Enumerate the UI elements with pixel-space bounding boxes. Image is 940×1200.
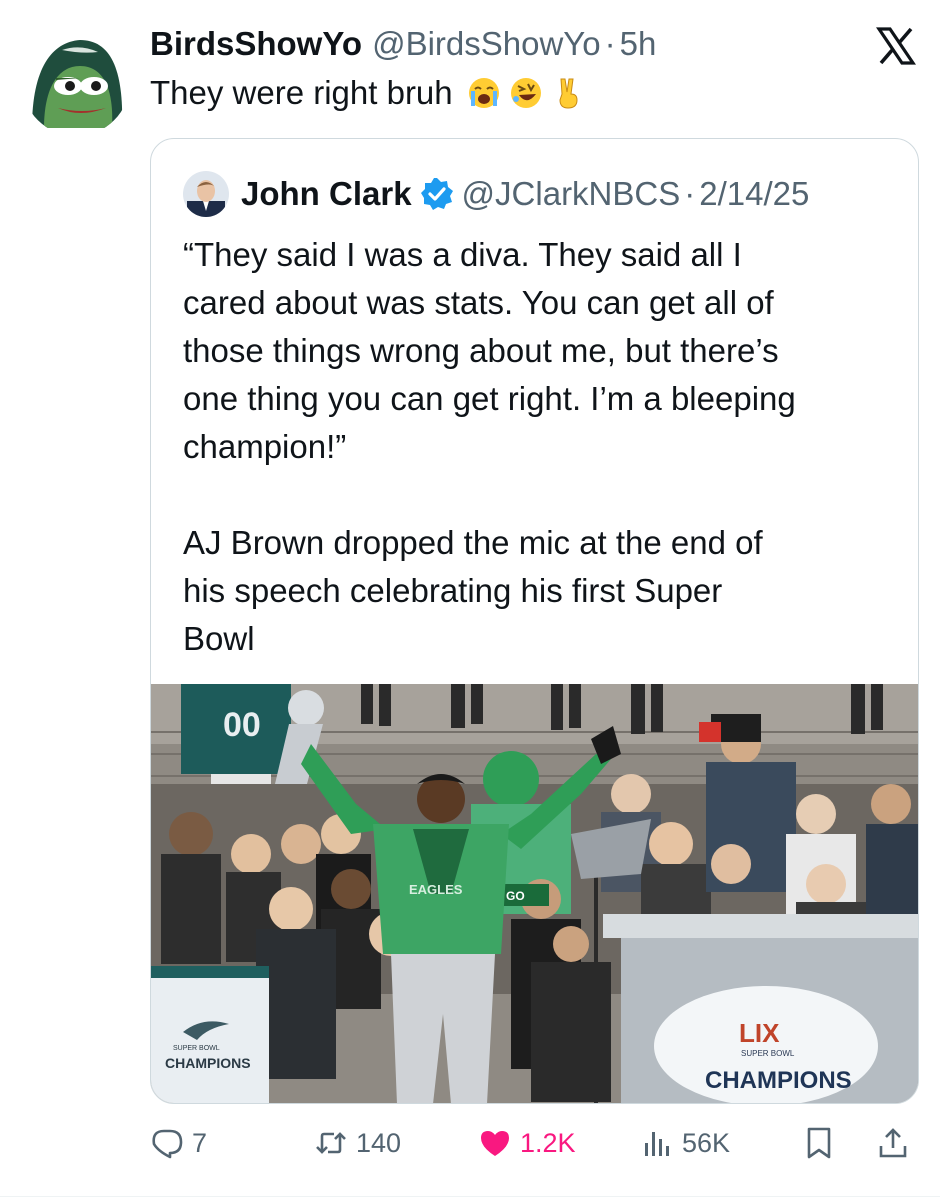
champions-sign: SUPER BOWL CHAMPIONS [151,966,269,1103]
rolling-on-floor-laughing-icon [510,78,541,108]
repost-icon [316,1132,346,1154]
left-sign-text: CHAMPIONS [165,1055,251,1071]
display-name[interactable]: BirdsShowYo [150,25,362,63]
reply-button[interactable]: 7 [150,1118,207,1168]
tweet-text-content: They were right bruh [150,74,453,111]
hat-text: GO [506,889,525,903]
bookmark-button[interactable] [802,1118,844,1168]
repost-count: 140 [356,1127,402,1158]
quoted-tweet[interactable]: John Clark @JClarkNBCS · 2/14/25 “They s… [150,138,919,1104]
avatar[interactable] [22,28,130,136]
podium-text: CHAMPIONS [705,1067,852,1094]
reply-icon [152,1129,183,1159]
divider [0,1196,940,1197]
podium-small: SUPER BOWL [741,1049,795,1058]
parade-photo[interactable]: 00 GO EAGLES SUPER BOWL CHAMPIONS LIX SU… [151,684,918,1103]
victory-hand-icon [559,78,578,109]
quoted-display-name[interactable]: John Clark [241,175,412,213]
reply-count: 7 [192,1127,208,1158]
separator-dot: · [604,25,616,62]
views-icon [645,1132,669,1156]
quoted-handle[interactable]: @JClarkNBCS [462,175,681,213]
podium-logo: LIX [739,1018,780,1048]
separator-dot: · [684,175,696,212]
view-count: 56K [682,1127,731,1158]
loudly-crying-face-icon [468,78,499,108]
share-icon [879,1128,907,1158]
views-button[interactable]: 56K [640,1118,730,1168]
quoted-text: “They said I was a diva. They said all I… [183,231,893,663]
tweet-header: BirdsShowYo @BirdsShowYo · 5h [150,24,656,64]
quoted-avatar[interactable] [183,171,229,217]
left-sign-small: SUPER BOWL [173,1045,220,1052]
share-button[interactable] [876,1118,918,1168]
quoted-date[interactable]: 2/14/25 [699,175,809,213]
repost-button[interactable]: 140 [314,1118,401,1168]
like-icon [481,1131,509,1156]
quoted-paragraph: “They said I was a diva. They said all I… [183,236,796,465]
like-count: 1.2K [520,1127,576,1158]
quoted-paragraph: AJ Brown dropped the mic at the end of h… [183,524,763,657]
x-logo-icon [875,26,917,66]
user-handle[interactable]: @BirdsShowYo [372,25,601,63]
action-bar: 7 140 1.2K 56K [150,1118,920,1168]
like-button[interactable]: 1.2K [478,1118,576,1168]
timestamp[interactable]: 5h [620,25,657,63]
bookmark-icon [807,1127,831,1159]
hoodie-text: EAGLES [409,882,463,897]
jersey-number: 00 [223,706,261,744]
verified-badge-icon [420,178,453,210]
tweet-text: They were right bruh [150,74,585,112]
podium: LIX SUPER BOWL CHAMPIONS [603,914,918,1103]
quoted-tweet-header: John Clark @JClarkNBCS · 2/14/25 [183,169,809,219]
